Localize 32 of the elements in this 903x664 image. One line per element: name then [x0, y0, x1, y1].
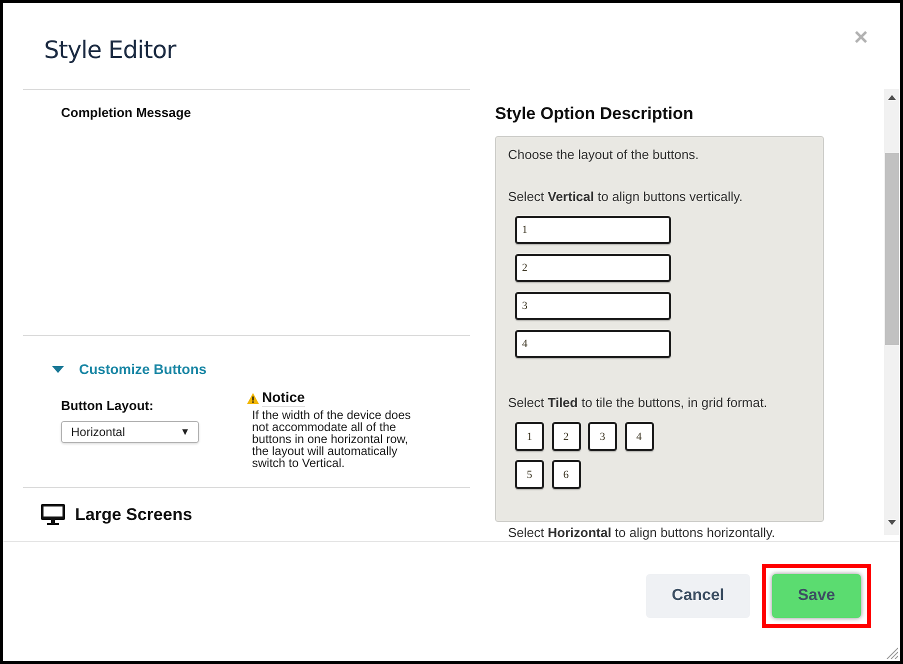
warning-icon: [247, 392, 259, 404]
dialog-title: Style Editor: [44, 36, 176, 64]
monitor-icon: [41, 504, 65, 525]
customize-buttons-toggle[interactable]: Customize Buttons: [52, 360, 207, 378]
scrollbar[interactable]: [884, 89, 900, 535]
preview-tile: 5: [515, 460, 544, 489]
scroll-down-icon[interactable]: [888, 520, 896, 525]
preview-bar: 2: [515, 254, 671, 282]
preview-bar: 4: [515, 330, 671, 358]
scrollbar-thumb[interactable]: [885, 153, 899, 345]
footer-button[interactable]: Save: [772, 574, 861, 618]
description-text: Choose the layout of the buttons.: [508, 147, 700, 163]
section-heading: Large Screens: [75, 505, 192, 525]
footer-button[interactable]: Cancel: [646, 574, 750, 618]
preview-tile: 1: [515, 422, 544, 451]
preview-bar: 1: [515, 216, 671, 244]
notice-title: Notice: [262, 389, 305, 407]
description-text: Select Vertical to align buttons vertically.: [508, 189, 744, 205]
preview-bar: 3: [515, 292, 671, 320]
layout-select[interactable]: Horizontal ▼: [61, 421, 199, 443]
scroll-up-icon[interactable]: [888, 95, 896, 100]
section-title: Completion Message: [61, 105, 192, 121]
preview-tile: 6: [552, 460, 580, 489]
notice-text: If the width of the device does not accommodate all of the buttons in one horizontal row, the layout will automatically switch to Vertical.: [252, 409, 412, 469]
preview-tile: 3: [588, 422, 617, 451]
resize-grip-icon[interactable]: [886, 647, 898, 659]
preview-tile: 2: [552, 422, 580, 451]
description-text: Select Horizontal to align buttons horizontally.: [507, 525, 776, 541]
description-title: Style Option Description: [495, 104, 694, 124]
field-label: Button Layout:: [61, 398, 154, 414]
preview-tile: 4: [624, 422, 654, 451]
description-text: Select Tiled to tile the buttons, in grid format.: [508, 395, 768, 411]
